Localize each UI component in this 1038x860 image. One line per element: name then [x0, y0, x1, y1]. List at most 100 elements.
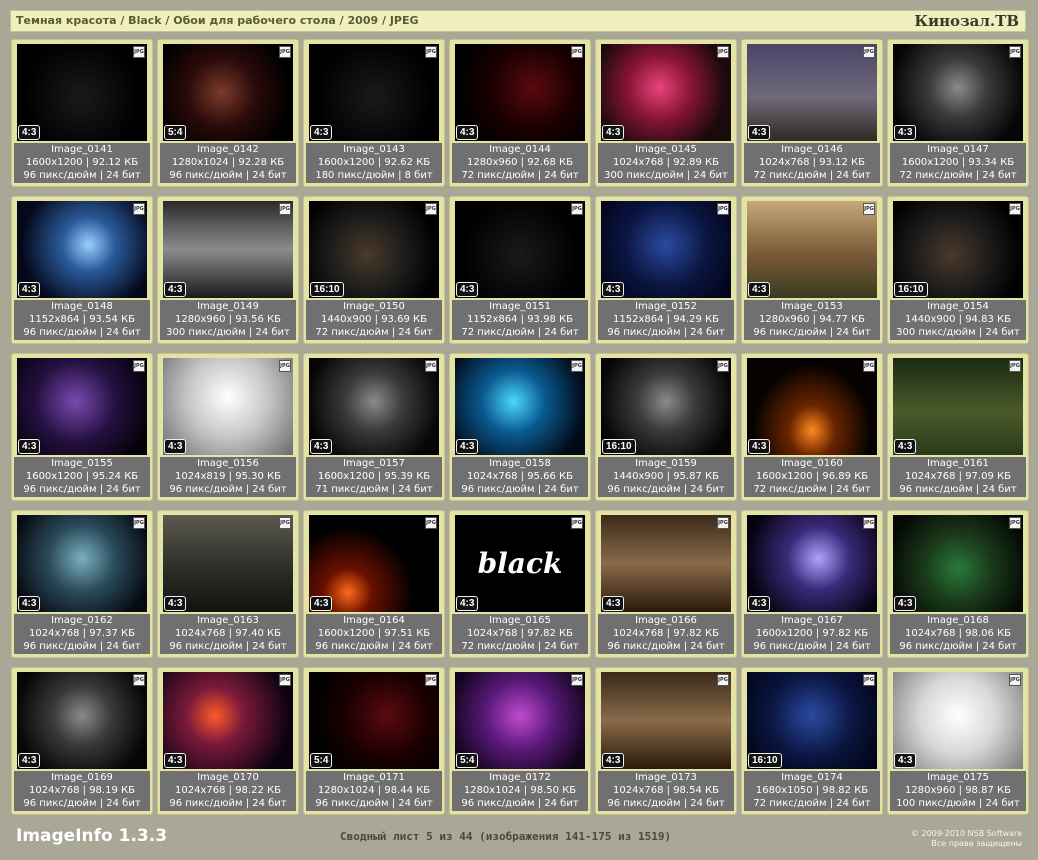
thumbnail-image[interactable]: JPG 4:3 [747, 44, 877, 141]
thumbnail-image[interactable]: JPG 4:3 [601, 201, 731, 298]
jpg-file-icon: JPG [863, 360, 875, 372]
thumbnail-image[interactable]: JPG 16:10 [601, 358, 731, 455]
thumbnail-image[interactable]: JPG 5:4 [309, 672, 439, 769]
aspect-ratio-badge: 4:3 [310, 125, 333, 140]
thumbnail-image[interactable]: JPG 4:3 [17, 44, 147, 141]
thumbnail-tile[interactable]: JPG 4:3 Image_0163 1024x768 | 97.40 КБ 96 пи… [157, 510, 299, 658]
thumbnail-tile[interactable]: JPG 4:3 Image_0157 1600x1200 | 95.39 КБ 71 п… [303, 353, 445, 501]
thumbnail-image[interactable]: JPG 4:3 [309, 358, 439, 455]
thumbnail-image[interactable]: JPG 4:3 [747, 358, 877, 455]
thumbnail-tile[interactable]: JPG 4:3 Image_0141 1600x1200 | 92.12 КБ 96 п… [11, 39, 153, 187]
thumbnail-image[interactable]: JPG 16:10 [309, 201, 439, 298]
thumbnail-tile[interactable]: JPG 4:3 Image_0148 1152x864 | 93.54 КБ 96 пи… [11, 196, 153, 344]
thumbnail-image[interactable]: JPG 4:3 [893, 44, 1023, 141]
thumbnail-tile[interactable]: JPG 4:3 Image_0146 1024x768 | 93.12 КБ 72 пи… [741, 39, 883, 187]
jpg-file-icon: JPG [717, 517, 729, 529]
image-size: 1024x768 | 97.37 КБ [29, 628, 135, 639]
thumbnail-image[interactable]: JPG 16:10 [747, 672, 877, 769]
image-info-panel: Image_0141 1600x1200 | 92.12 КБ 96 пикс/дю… [14, 143, 150, 183]
image-name: Image_0170 [197, 772, 259, 783]
thumbnail-image[interactable]: JPG 4:3 [747, 515, 877, 612]
thumbnail-image[interactable]: JPG 4:3 [163, 201, 293, 298]
aspect-ratio-badge: 4:3 [18, 439, 41, 454]
thumbnail-tile[interactable]: JPG 4:3 Image_0158 1024x768 | 95.66 КБ 96 пи… [449, 353, 591, 501]
thumbnail-tile[interactable]: black JPG 4:3 Image_0165 1024x768 | 97.82 КБ… [449, 510, 591, 658]
image-info-panel: Image_0173 1024x768 | 98.54 КБ 96 пикс/дюй… [598, 771, 734, 811]
image-name: Image_0159 [635, 458, 697, 469]
image-name: Image_0152 [635, 301, 697, 312]
thumbnail-image[interactable]: JPG 4:3 [163, 515, 293, 612]
thumbnail-image[interactable]: JPG 4:3 [601, 672, 731, 769]
thumbnail-image[interactable]: JPG 4:3 [309, 44, 439, 141]
thumbnail-image[interactable]: JPG 4:3 [17, 672, 147, 769]
thumbnail-tile[interactable]: JPG 16:10 Image_0150 1440x900 | 93.69 КБ 72 … [303, 196, 445, 344]
image-size: 1024x768 | 95.66 КБ [467, 471, 573, 482]
thumbnail-image[interactable]: JPG 4:3 [893, 358, 1023, 455]
thumbnail-tile[interactable]: JPG 4:3 Image_0147 1600x1200 | 93.34 КБ 72 п… [887, 39, 1029, 187]
thumbnail-image[interactable]: black JPG 4:3 [455, 515, 585, 612]
thumbnail-tile[interactable]: JPG 4:3 Image_0169 1024x768 | 98.19 КБ 96 пи… [11, 667, 153, 815]
thumbnail-tile[interactable]: JPG 5:4 Image_0142 1280x1024 | 92.28 КБ 96 п… [157, 39, 299, 187]
image-info-panel: Image_0163 1024x768 | 97.40 КБ 96 пикс/дюй… [160, 614, 296, 654]
thumbnail-tile[interactable]: JPG 16:10 Image_0174 1680x1050 | 98.82 КБ 72… [741, 667, 883, 815]
thumbnail-tile[interactable]: JPG 4:3 Image_0164 1600x1200 | 97.51 КБ 96 п… [303, 510, 445, 658]
thumbnail-image[interactable]: JPG 4:3 [747, 201, 877, 298]
thumbnail-image[interactable]: JPG 4:3 [455, 201, 585, 298]
thumbnail-tile[interactable]: JPG 4:3 Image_0152 1152x864 | 94.29 КБ 96 пи… [595, 196, 737, 344]
thumbnail-image[interactable]: JPG 4:3 [601, 44, 731, 141]
image-resolution: 180 пикс/дюйм | 8 бит [315, 170, 433, 181]
thumbnail-tile[interactable]: JPG 4:3 Image_0151 1152x864 | 93.98 КБ 72 пи… [449, 196, 591, 344]
thumbnail-image[interactable]: JPG 4:3 [17, 201, 147, 298]
thumbnail-image[interactable]: JPG 4:3 [163, 672, 293, 769]
thumbnail-image[interactable]: JPG 4:3 [163, 358, 293, 455]
aspect-ratio-badge: 5:4 [310, 753, 333, 768]
thumbnail-image[interactable]: JPG 4:3 [455, 44, 585, 141]
thumbnail-image[interactable]: JPG 4:3 [309, 515, 439, 612]
aspect-ratio-badge: 4:3 [894, 125, 917, 140]
thumbnail-tile[interactable]: JPG 4:3 Image_0175 1280x960 | 98.87 КБ 100 п… [887, 667, 1029, 815]
image-info-panel: Image_0148 1152x864 | 93.54 КБ 96 пикс/дюй… [14, 300, 150, 340]
thumbnail-tile[interactable]: JPG 4:3 Image_0170 1024x768 | 98.22 КБ 96 пи… [157, 667, 299, 815]
image-size: 1600x1200 | 96.89 КБ [755, 471, 869, 482]
image-size: 1024x768 | 97.82 КБ [613, 628, 719, 639]
jpg-file-icon: JPG [717, 674, 729, 686]
jpg-file-icon: JPG [571, 674, 583, 686]
thumbnail-image[interactable]: JPG 4:3 [893, 672, 1023, 769]
jpg-file-icon: JPG [863, 517, 875, 529]
image-name: Image_0141 [51, 144, 113, 155]
thumbnail-tile[interactable]: JPG 5:4 Image_0172 1280x1024 | 98.50 КБ 96 п… [449, 667, 591, 815]
image-name: Image_0157 [343, 458, 405, 469]
thumbnail-tile[interactable]: JPG 4:3 Image_0161 1024x768 | 97.09 КБ 96 пи… [887, 353, 1029, 501]
image-size: 1600x1200 | 92.62 КБ [317, 157, 431, 168]
thumbnail-tile[interactable]: JPG 4:3 Image_0167 1600x1200 | 97.82 КБ 96 п… [741, 510, 883, 658]
thumbnail-image[interactable]: JPG 4:3 [601, 515, 731, 612]
thumbnail-tile[interactable]: JPG 4:3 Image_0155 1600x1200 | 95.24 КБ 96 п… [11, 353, 153, 501]
image-name: Image_0175 [927, 772, 989, 783]
thumbnail-tile[interactable]: JPG 16:10 Image_0154 1440x900 | 94.83 КБ 300… [887, 196, 1029, 344]
thumbnail-tile[interactable]: JPG 4:3 Image_0144 1280x960 | 92.68 КБ 72 пи… [449, 39, 591, 187]
thumbnail-tile[interactable]: JPG 4:3 Image_0162 1024x768 | 97.37 КБ 96 пи… [11, 510, 153, 658]
thumbnail-tile[interactable]: JPG 4:3 Image_0160 1600x1200 | 96.89 КБ 72 п… [741, 353, 883, 501]
thumbnail-tile[interactable]: JPG 4:3 Image_0156 1024x819 | 95.30 КБ 96 пи… [157, 353, 299, 501]
thumbnail-image[interactable]: JPG 16:10 [893, 201, 1023, 298]
aspect-ratio-badge: 4:3 [748, 125, 771, 140]
image-name: Image_0173 [635, 772, 697, 783]
thumbnail-image[interactable]: JPG 5:4 [455, 672, 585, 769]
aspect-ratio-badge: 4:3 [310, 439, 333, 454]
thumbnail-tile[interactable]: JPG 4:3 Image_0143 1600x1200 | 92.62 КБ 180 … [303, 39, 445, 187]
thumbnail-image[interactable]: JPG 4:3 [455, 358, 585, 455]
thumbnail-tile[interactable]: JPG 4:3 Image_0166 1024x768 | 97.82 КБ 96 пи… [595, 510, 737, 658]
thumbnail-tile[interactable]: JPG 4:3 Image_0168 1024x768 | 98.06 КБ 96 пи… [887, 510, 1029, 658]
thumbnail-image[interactable]: JPG 4:3 [893, 515, 1023, 612]
thumbnail-tile[interactable]: JPG 4:3 Image_0145 1024x768 | 92.89 КБ 300 п… [595, 39, 737, 187]
thumbnail-image[interactable]: JPG 5:4 [163, 44, 293, 141]
thumbnail-tile[interactable]: JPG 4:3 Image_0173 1024x768 | 98.54 КБ 96 пи… [595, 667, 737, 815]
thumbnail-tile[interactable]: JPG 4:3 Image_0149 1280x960 | 93.56 КБ 300 п… [157, 196, 299, 344]
thumbnail-tile[interactable]: JPG 4:3 Image_0153 1280x960 | 94.77 КБ 96 пи… [741, 196, 883, 344]
thumbnail-image[interactable]: JPG 4:3 [17, 515, 147, 612]
thumbnail-image[interactable]: JPG 4:3 [17, 358, 147, 455]
image-info-panel: Image_0175 1280x960 | 98.87 КБ 100 пикс/дю… [890, 771, 1026, 811]
thumbnail-tile[interactable]: JPG 5:4 Image_0171 1280x1024 | 98.44 КБ 96 п… [303, 667, 445, 815]
thumbnail-tile[interactable]: JPG 16:10 Image_0159 1440x900 | 95.87 КБ 96 … [595, 353, 737, 501]
aspect-ratio-badge: 16:10 [894, 282, 928, 297]
